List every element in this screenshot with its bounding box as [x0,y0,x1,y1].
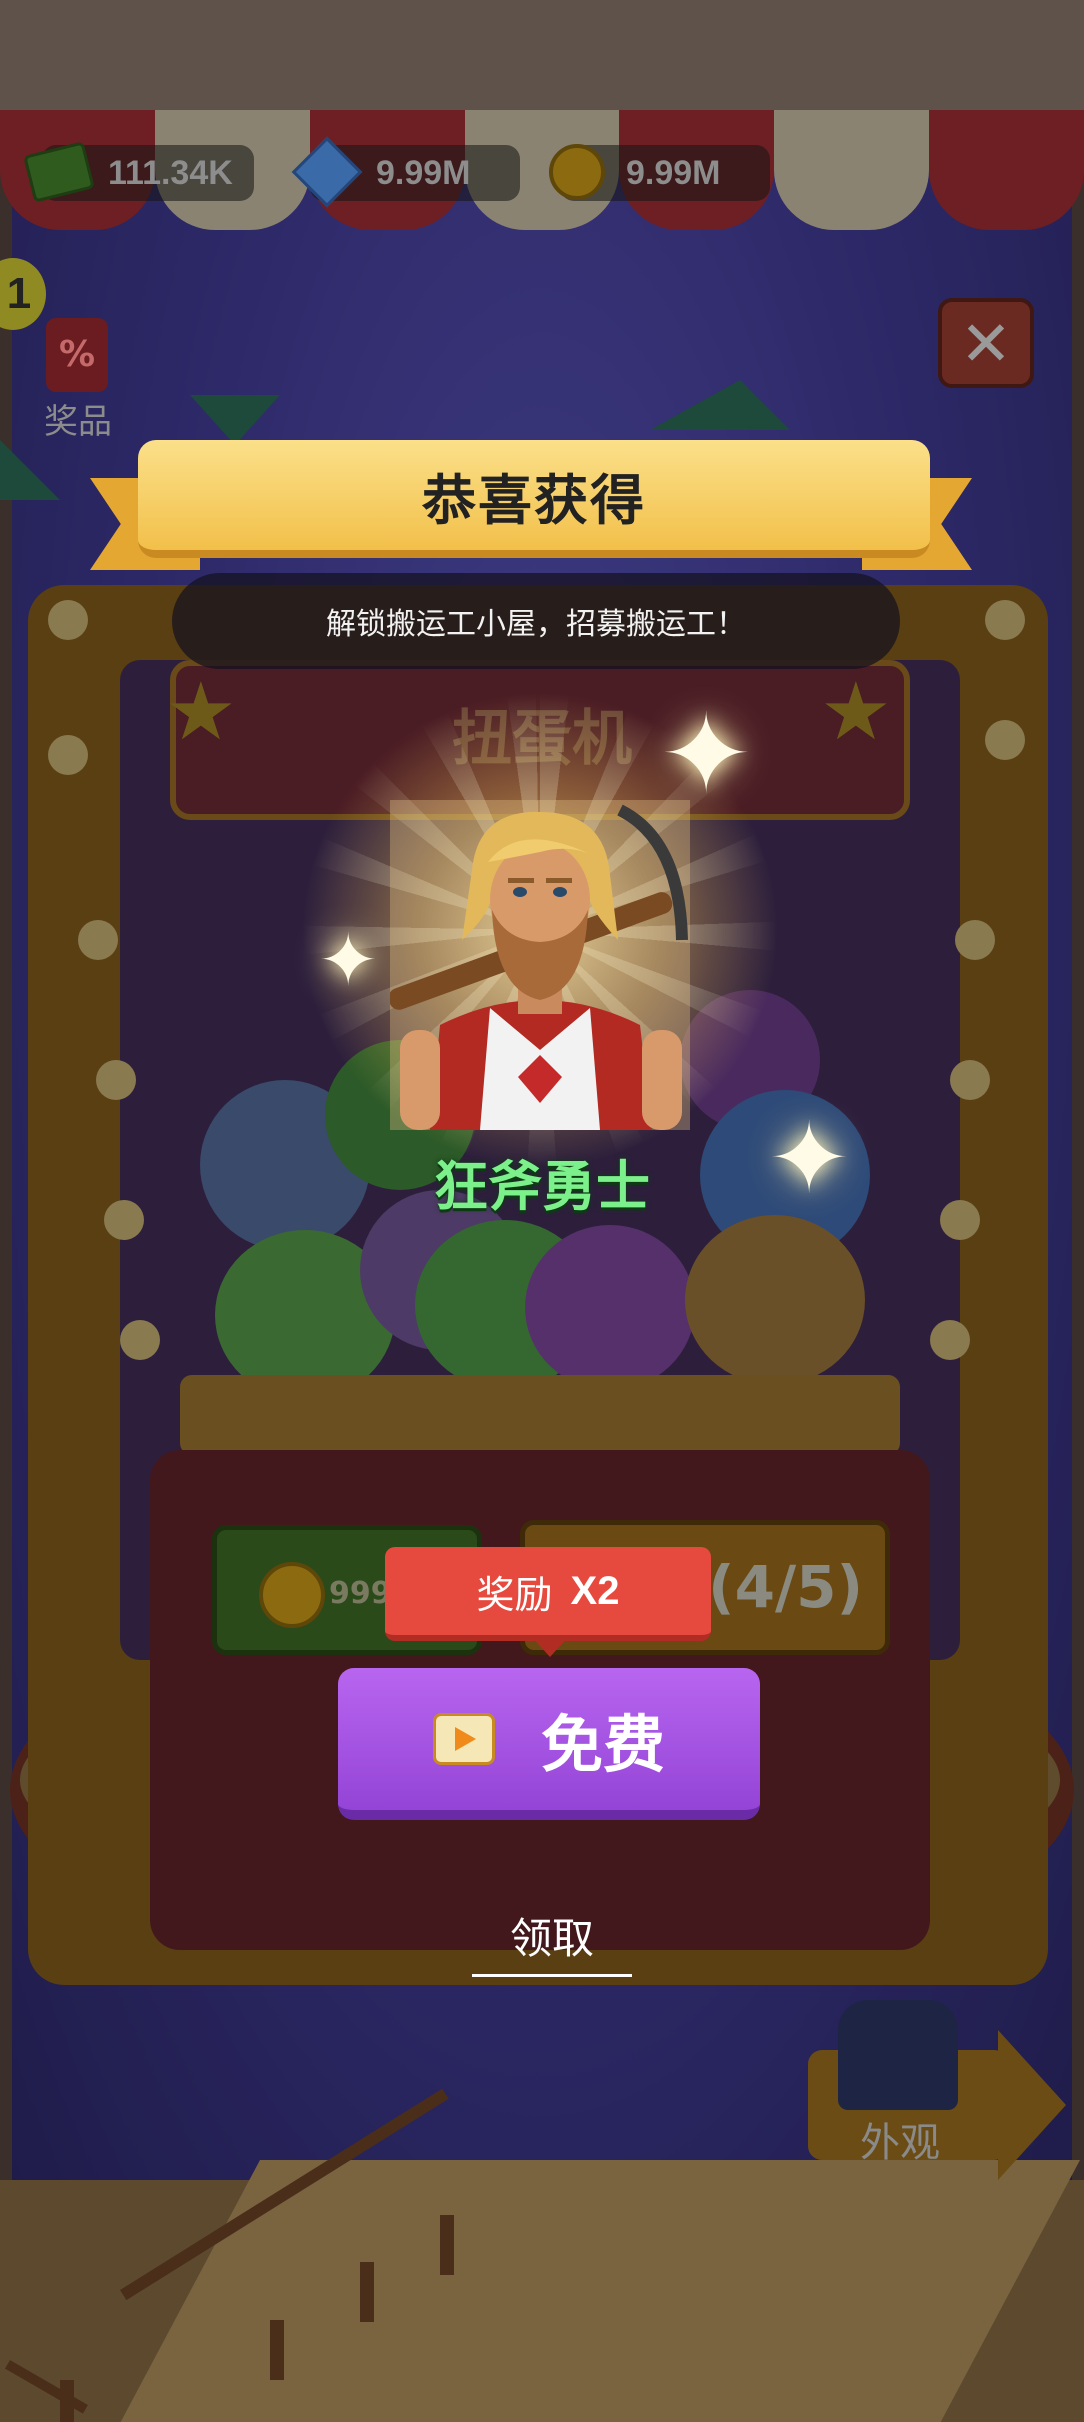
gem-counter: 9.99M [291,136,520,208]
popup-title: 恭喜获得 [422,468,646,532]
outfit-label: 外观 [860,2120,940,2166]
prize-label: 奖品 [44,402,112,442]
fence-post [360,2262,374,2322]
percent-tag-icon: % [46,318,108,392]
light-bulb [48,735,88,775]
pennant-flag [190,395,280,445]
light-bulb [48,600,88,640]
cash-counter: 111.34K [23,141,254,203]
prize-button[interactable]: % 奖品 [38,318,118,442]
bonus-tag-pointer [532,1637,568,1657]
light-bulb [950,1060,990,1100]
pennant-flag [0,440,60,500]
light-bulb [985,720,1025,760]
capsule-ball [525,1225,695,1390]
outfit-button[interactable]: 外观 [808,2000,1066,2180]
gem-value: 9.99M [376,153,471,192]
coin-icon [259,1562,325,1628]
game-scene: 111.34K 9.99M 9.99M 1 % 奖品 ✕ 扭蛋机 ★ ★ [0,0,1084,2422]
bonus-label: 奖励 [476,1572,553,1617]
hero-portrait [390,800,690,1130]
fence-post [60,2380,74,2422]
light-bulb [955,920,995,960]
reward-name: 狂斧勇士 [434,1155,650,1218]
light-bulb [120,1320,160,1360]
star-icon: ★ [820,665,892,758]
free-ad-button[interactable]: 免费 [338,1668,760,1820]
bonus-tag: 奖励 X2 [385,1547,711,1641]
claim-link[interactable]: 领取 [472,1905,632,1977]
title-ribbon: 恭喜获得 [138,440,930,558]
cash-icon [23,141,95,203]
pennant-flag [650,380,790,430]
free-button-label: 免费 [540,1708,665,1781]
star-icon: ★ [165,665,237,758]
coin-value: 9.99M [626,153,721,192]
sparkle-icon: ✦ [660,690,753,818]
coin-counter: 9.99M [549,144,770,201]
cash-value: 111.34K [108,153,233,192]
suit-icon [838,2000,958,2110]
fence-post [440,2215,454,2275]
draw-count: (4/5) [708,1553,863,1621]
light-bulb [78,920,118,960]
level-number: 1 [6,269,32,318]
capsule-ball [685,1215,865,1385]
description-box: 解锁搬运工小屋，招募搬运工！ [172,573,900,669]
light-bulb [985,600,1025,640]
fence-post [270,2320,284,2380]
close-icon: ✕ [960,306,1012,380]
top-band [0,0,1084,115]
sparkle-icon: ✦ [318,918,379,1002]
popup-description: 解锁搬运工小屋，招募搬运工！ [326,607,746,642]
light-bulb [96,1060,136,1100]
gem-icon [291,136,363,208]
machine-ledge [180,1375,900,1455]
bonus-multiplier: X2 [570,1568,620,1613]
video-ad-icon [432,1713,495,1765]
light-bulb [930,1320,970,1360]
close-button[interactable]: ✕ [938,298,1034,388]
coin-icon [546,141,608,203]
